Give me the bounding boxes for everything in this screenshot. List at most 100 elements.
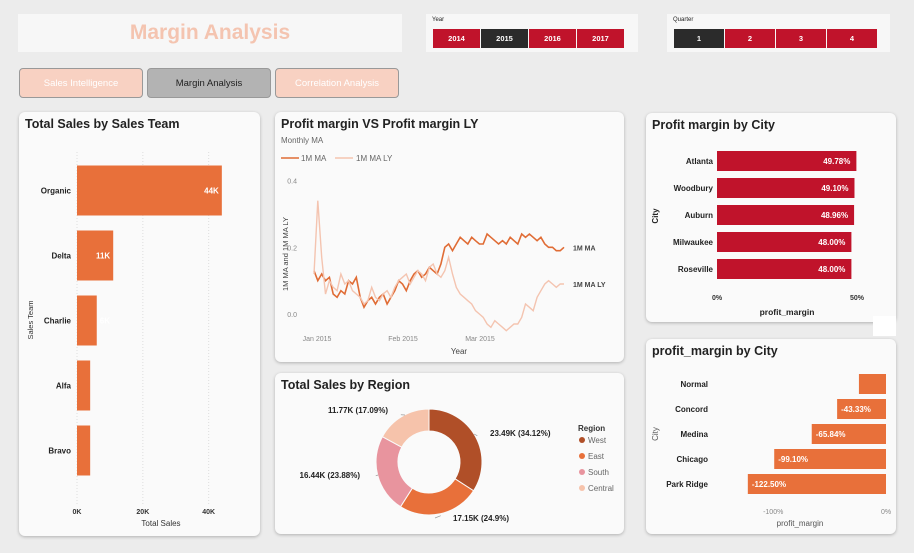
data-label: 49.78% <box>823 157 850 166</box>
y-axis-title: City <box>651 208 660 224</box>
category-label: Medina <box>680 430 708 439</box>
category-label: Concord <box>675 405 708 414</box>
region-card: Total Sales by Region 23.49K (34.12%) 17.… <box>275 373 624 534</box>
bar <box>77 295 97 346</box>
pm-city-bottom-card: profit_margin by City Normal Concord -43.3… <box>646 339 896 534</box>
data-label: 48.00% <box>818 265 845 274</box>
nav-sales-intelligence-button[interactable]: Sales Intelligence <box>19 68 143 98</box>
data-label: -65.84% <box>816 430 846 439</box>
y-axis-title: City <box>651 427 660 441</box>
x-tick-label: -100% <box>763 509 783 516</box>
nav-margin-analysis-button[interactable]: Margin Analysis <box>147 68 271 98</box>
x-tick-label: Jan 2015 <box>303 336 332 343</box>
legend-marker <box>579 469 585 475</box>
category-label: Auburn <box>685 211 714 220</box>
series-end-label: 1M MA <box>573 245 596 252</box>
quarter-option-4[interactable]: 4 <box>827 29 878 48</box>
category-label: Normal <box>680 380 708 389</box>
year-slicer: Year 2014 2015 2016 2017 <box>426 14 638 52</box>
quarter-options: 1234 <box>674 29 878 48</box>
nav-correlation-analysis-button[interactable]: Correlation Analysis <box>275 68 399 98</box>
data-label: -43.33% <box>841 405 871 414</box>
legend-label: 1M MA <box>301 154 327 163</box>
pm-city-top-card: Profit margin by City Atlanta 49.78% Woodb… <box>646 113 896 322</box>
sales-team-card: Total Sales by Sales Team 0K 20K 40K Organi… <box>19 112 260 536</box>
category-label: Woodbury <box>674 184 714 193</box>
legend-label: 1M MA LY <box>356 154 393 163</box>
category-label: Chicago <box>676 455 708 464</box>
legend-label: East <box>588 452 605 461</box>
slice-data-label: 11.77K (17.09%) <box>328 406 388 415</box>
data-label: 11K <box>96 252 110 261</box>
data-label: 48.00% <box>818 238 845 247</box>
year-option-2016[interactable]: 2016 <box>529 29 577 48</box>
year-slicer-title: Year <box>432 17 445 23</box>
legend-marker <box>579 453 585 459</box>
legend-label: South <box>588 468 609 477</box>
legend-marker <box>579 485 585 491</box>
x-tick-label: 20K <box>136 509 149 516</box>
slice-data-label: 16.44K (23.88%) <box>300 471 361 480</box>
pm-city-bottom-chart: Normal Concord -43.33% Medina -65.84% Chicago… <box>651 374 891 528</box>
title-banner: Margin Analysis <box>18 14 402 52</box>
y-axis-title: 1M MA and 1M MA LY <box>281 217 290 291</box>
data-label: 49.10% <box>821 184 848 193</box>
legend-label: Central <box>588 484 614 493</box>
category-label: Alfa <box>56 382 72 391</box>
x-axis-title: Total Sales <box>141 519 180 528</box>
y-tick-label: 0.4 <box>287 179 297 186</box>
series-line-1m-ma <box>313 232 565 310</box>
y-axis-title: Sales Team <box>26 300 35 339</box>
category-label: Atlanta <box>686 157 714 166</box>
x-tick-label: 0% <box>712 295 723 302</box>
year-option-2017[interactable]: 2017 <box>577 29 625 48</box>
data-label: 44K <box>204 187 219 196</box>
category-label: Organic <box>41 187 72 196</box>
x-axis-title: profit_margin <box>777 519 824 528</box>
slice-data-label: 23.49K (34.12%) <box>490 429 551 438</box>
quarter-option-3[interactable]: 3 <box>776 29 827 48</box>
data-label: -99.10% <box>778 455 808 464</box>
data-label: 6K <box>100 317 110 326</box>
x-tick-label: Mar 2015 <box>465 336 495 343</box>
quarter-slicer: Quarter 1234 <box>667 14 890 52</box>
category-label: Park Ridge <box>666 480 708 489</box>
donut-slice-east <box>399 478 475 516</box>
quarter-slicer-title: Quarter <box>673 17 694 23</box>
quarter-option-2[interactable]: 2 <box>725 29 776 48</box>
y-tick-label: 0.0 <box>287 312 297 319</box>
legend-title: Region <box>578 424 605 433</box>
legend-label: West <box>588 436 607 445</box>
page-title: Margin Analysis <box>129 21 291 44</box>
legend-marker <box>579 437 585 443</box>
slice-data-label: 17.15K (24.9%) <box>453 514 509 523</box>
year-option-2015[interactable]: 2015 <box>481 29 529 48</box>
category-label: Charlie <box>44 317 72 326</box>
donut-slice-west <box>428 408 483 492</box>
series-end-label: 1M MA LY <box>573 282 606 289</box>
bar <box>77 425 91 476</box>
x-tick-label: 40K <box>202 509 215 516</box>
year-option-2014[interactable]: 2014 <box>433 29 481 48</box>
data-label: 48.96% <box>821 211 848 220</box>
pm-city-top-chart: Atlanta 49.78% Woodbury 49.10% Auburn 48.96% M… <box>651 151 865 317</box>
sales-team-chart: 0K 20K 40K Organic 44K Delta 11K Charlie 6K Alfa B… <box>26 152 222 528</box>
quarter-option-1[interactable]: 1 <box>674 29 725 48</box>
x-tick-label: 0K <box>73 509 82 516</box>
region-chart: 23.49K (34.12%) 17.15K (24.9%) 16.44K (23.… <box>300 406 614 523</box>
bar <box>858 374 886 394</box>
leader-line <box>434 515 441 519</box>
x-axis-title: Year <box>451 347 468 356</box>
pm-vs-ly-card: Profit margin VS Profit margin LY Monthl… <box>275 112 624 362</box>
year-options: 2014 2015 2016 2017 <box>433 29 625 48</box>
category-label: Roseville <box>678 265 714 274</box>
bar <box>77 360 91 411</box>
x-tick-label: 50% <box>850 295 865 302</box>
x-tick-label: 0% <box>881 509 891 516</box>
pm-vs-ly-chart: 1M MA 1M MA LY0.00.20.41M MA and 1M MA LY… <box>281 154 606 356</box>
series-line-1m-ma-ly <box>313 200 564 332</box>
donut-slice-south <box>375 436 414 508</box>
data-label: -122.50% <box>752 480 786 489</box>
bar <box>77 165 222 216</box>
category-label: Delta <box>51 252 71 261</box>
